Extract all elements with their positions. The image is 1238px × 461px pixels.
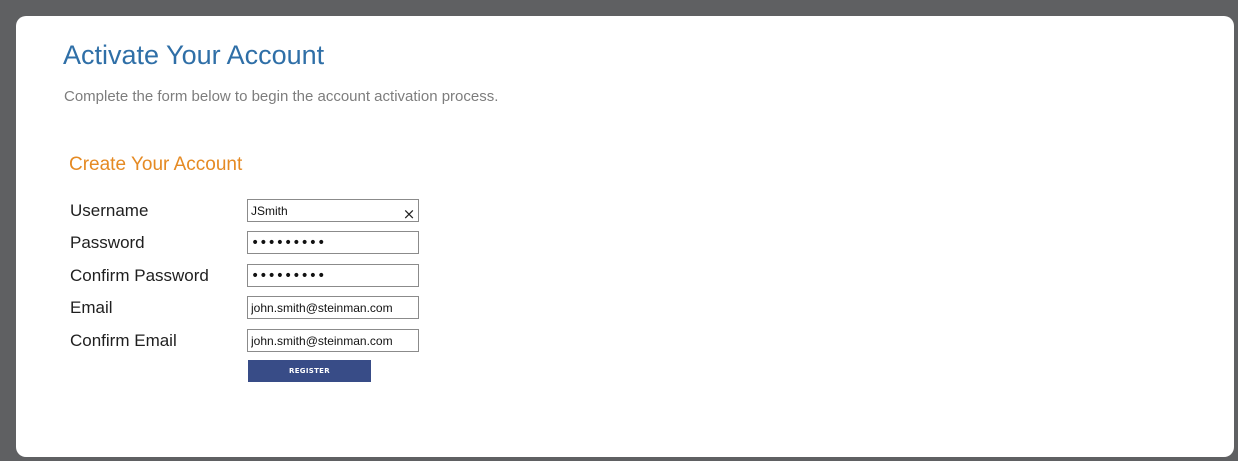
section-title: Create Your Account (69, 154, 243, 175)
confirm-email-input[interactable] (247, 329, 419, 352)
page-subtitle: Complete the form below to begin the acc… (64, 88, 499, 105)
confirm-email-label: Confirm Email (70, 331, 177, 350)
activation-panel: Activate Your Account Complete the form … (16, 16, 1234, 457)
username-label: Username (70, 201, 149, 220)
email-input[interactable] (247, 296, 419, 319)
email-label: Email (70, 298, 113, 317)
password-input[interactable] (247, 231, 419, 254)
confirm-password-input[interactable] (247, 264, 419, 287)
password-label: Password (70, 233, 145, 252)
close-icon[interactable]: × (401, 205, 417, 224)
confirm-password-label: Confirm Password (70, 266, 209, 285)
page-title: Activate Your Account (63, 40, 325, 70)
register-button[interactable]: REGISTER (248, 360, 371, 382)
username-input[interactable] (247, 199, 419, 222)
